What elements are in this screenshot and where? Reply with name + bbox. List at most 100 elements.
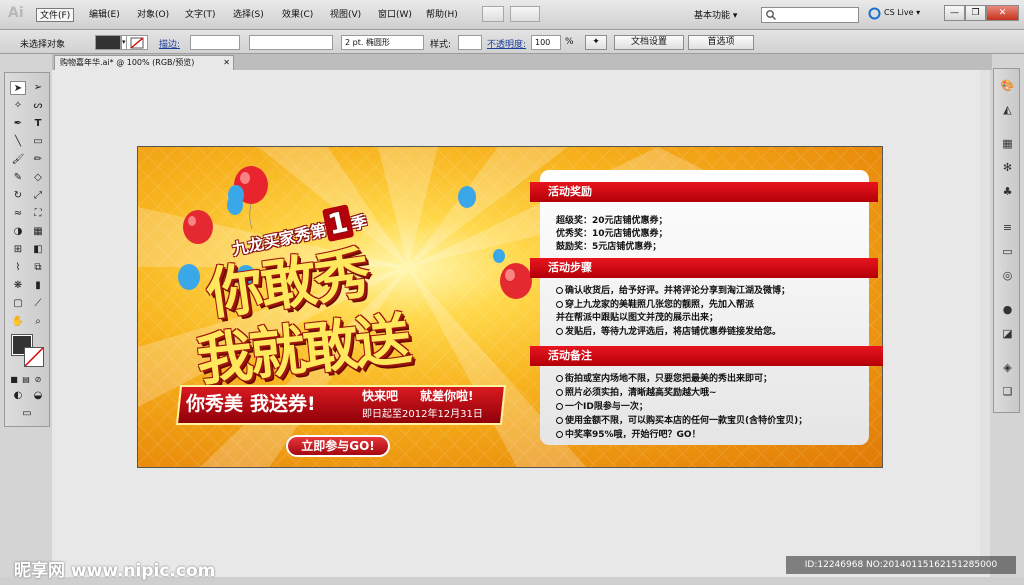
fill-color-swatch[interactable] [95,35,121,50]
control-bar: 未选择对象 ▾ 描边: 2 pt. 椭圆形 样式: 不透明度: 100 % ✦ … [0,30,1024,54]
swatches-icon[interactable]: ▦ [999,135,1016,152]
color-panel-icon[interactable]: 🎨 [999,77,1016,94]
bridge-icon[interactable] [482,6,504,22]
menu-view[interactable]: 视图(V) [327,8,364,22]
selection-tool-icon[interactable]: ➤ [10,81,26,95]
menu-file[interactable]: 文件(F) [36,8,75,22]
section-3-line: 一个ID限参与一次； [556,399,648,412]
warp-tool-icon[interactable]: ≈ [10,207,26,221]
hand-tool-icon[interactable]: ✋ [10,315,26,329]
slogan-part-c: 快来吧 [362,389,399,403]
preferences-button[interactable]: 首选项 [688,35,754,50]
recolor-icon[interactable]: ✦ [585,35,607,50]
section-header-3: 活动备注 [530,346,883,366]
section-line-text: 穿上九龙家的美鞋照几张您的靓照，先加入帮派 [565,300,755,310]
gradient-mode-icon[interactable]: ▤ [21,373,31,387]
pencil-tool-icon[interactable]: ✏ [30,153,46,167]
draw-mode-icon[interactable]: ◐ [10,389,26,403]
artboard-tool-icon[interactable]: ▢ [10,297,26,311]
direct-selection-tool-icon[interactable]: ➢ [30,81,46,95]
watermark-logo: 昵享网 www.nipic.com [14,561,216,581]
lasso-tool-icon[interactable]: ᔕ [30,99,46,113]
appearance-icon[interactable]: ● [999,301,1016,318]
draw-behind-icon[interactable]: ◒ [30,389,46,403]
menu-effect[interactable]: 效果(C) [279,8,316,22]
graphic-style-swatch[interactable] [458,35,482,50]
arrange-documents-icon[interactable] [510,6,540,22]
artboards-icon[interactable]: ❏ [999,383,1016,400]
zoom-tool-icon[interactable]: ⌕ [30,315,46,329]
color-guide-icon[interactable]: ◭ [999,101,1016,118]
menu-select[interactable]: 选择(S) [230,8,267,22]
color-mode-icon[interactable]: ■ [9,373,19,387]
balloon-blue-right [458,186,476,208]
bullet-icon [556,287,563,294]
brushes-icon[interactable]: ✻ [999,159,1016,176]
stroke-weight-input[interactable] [190,35,240,50]
section-line-text: 鼓励奖：5元店铺优惠券； [556,242,662,252]
section-2-line: 发贴后，等待九龙评选后，将店铺优惠券链接发给您。 [556,324,781,337]
none-mode-icon[interactable]: ⊘ [33,373,43,387]
brush-definition[interactable]: 2 pt. 椭圆形 [341,35,424,50]
variable-width-profile[interactable] [249,35,333,50]
vertical-scrollbar[interactable] [980,70,990,570]
rectangle-tool-icon[interactable]: ▭ [30,135,46,149]
close-tab-icon[interactable]: ✕ [223,56,230,69]
cs-live-menu[interactable]: CS Live ▾ [884,8,920,17]
free-transform-tool-icon[interactable]: ⛶ [30,207,46,221]
menu-type[interactable]: 文字(T) [182,8,219,22]
blob-brush-tool-icon[interactable]: ✎ [10,171,26,185]
workspace-switcher[interactable]: 基本功能 ▾ [694,8,737,21]
eraser-tool-icon[interactable]: ◇ [30,171,46,185]
balloon-red-far-left [183,210,213,244]
search-input[interactable] [761,7,859,23]
gradient-tool-icon[interactable]: ◧ [30,243,46,257]
restore-button[interactable]: ❐ [965,5,986,21]
pen-tool-icon[interactable]: ✒ [10,117,26,131]
shape-builder-tool-icon[interactable]: ◑ [10,225,26,239]
tools-panel: ➤ ➢ ✧ ᔕ ✒ T ╲ ▭ 🖌 ✏ ✎ ◇ ↻ ⤢ ≈ ⛶ ◑ ▦ ⊞ ◧ … [4,72,50,427]
slogan-part-a: 你秀美 [186,393,244,415]
balloon-blue-mid [228,185,244,205]
section-line-text: 使用金额不限，可以购买本店的任何一款宝贝(含特价宝贝)； [565,416,808,426]
transparency-icon[interactable]: ◎ [999,267,1016,284]
paintbrush-tool-icon[interactable]: 🖌 [10,153,26,167]
stroke-color-swatch[interactable] [126,35,148,50]
mesh-tool-icon[interactable]: ⊞ [10,243,26,257]
menu-edit[interactable]: 编辑(E) [86,8,123,22]
symbol-sprayer-tool-icon[interactable]: ❋ [10,279,26,293]
section-line-text: 照片必须实拍，清晰越高奖励越大哦~ [565,388,717,398]
stroke-label[interactable]: 描边: [159,37,180,50]
bullet-icon [556,301,563,308]
column-graph-tool-icon[interactable]: ▮ [30,279,46,293]
stroke-panel-icon[interactable]: ≡ [999,219,1016,236]
rotate-tool-icon[interactable]: ↻ [10,189,26,203]
type-tool-icon[interactable]: T [30,117,46,131]
screen-mode-icon[interactable]: ▭ [19,407,35,421]
document-tab[interactable]: 购物嘉年华.ai* @ 100% (RGB/预览) ✕ [54,55,234,70]
opacity-input[interactable]: 100 [531,35,561,50]
symbols-icon[interactable]: ♣ [999,183,1016,200]
menu-bar: Ai 文件(F) 编辑(E) 对象(O) 文字(T) 选择(S) 效果(C) 视… [0,0,1024,30]
line-tool-icon[interactable]: ╲ [10,135,26,149]
join-now-button[interactable]: 立即参与GO! [286,435,390,457]
perspective-grid-tool-icon[interactable]: ▦ [30,225,46,239]
stroke-color-icon[interactable] [24,347,44,367]
menu-object[interactable]: 对象(O) [134,8,172,22]
eyedropper-tool-icon[interactable]: ⌇ [10,261,26,275]
section-line-text: 确认收货后，给予好评。并将评论分享到淘江湖及微博； [565,286,791,296]
magic-wand-tool-icon[interactable]: ✧ [10,99,26,113]
close-button[interactable]: ✕ [986,5,1019,21]
gradient-panel-icon[interactable]: ▭ [999,243,1016,260]
opacity-label[interactable]: 不透明度: [487,37,526,50]
blend-tool-icon[interactable]: ⧉ [30,261,46,275]
menu-help[interactable]: 帮助(H) [423,8,461,22]
menu-window[interactable]: 窗口(W) [375,8,415,22]
scale-tool-icon[interactable]: ⤢ [30,189,46,203]
document-setup-button[interactable]: 文档设置 [614,35,684,50]
section-3-line: 中奖率95%哦，开始行吧？GO！ [556,427,701,440]
layers-icon[interactable]: ◈ [999,359,1016,376]
minimize-button[interactable]: — [944,5,965,21]
slice-tool-icon[interactable]: ⟋ [30,297,46,311]
graphic-styles-icon[interactable]: ◪ [999,325,1016,342]
